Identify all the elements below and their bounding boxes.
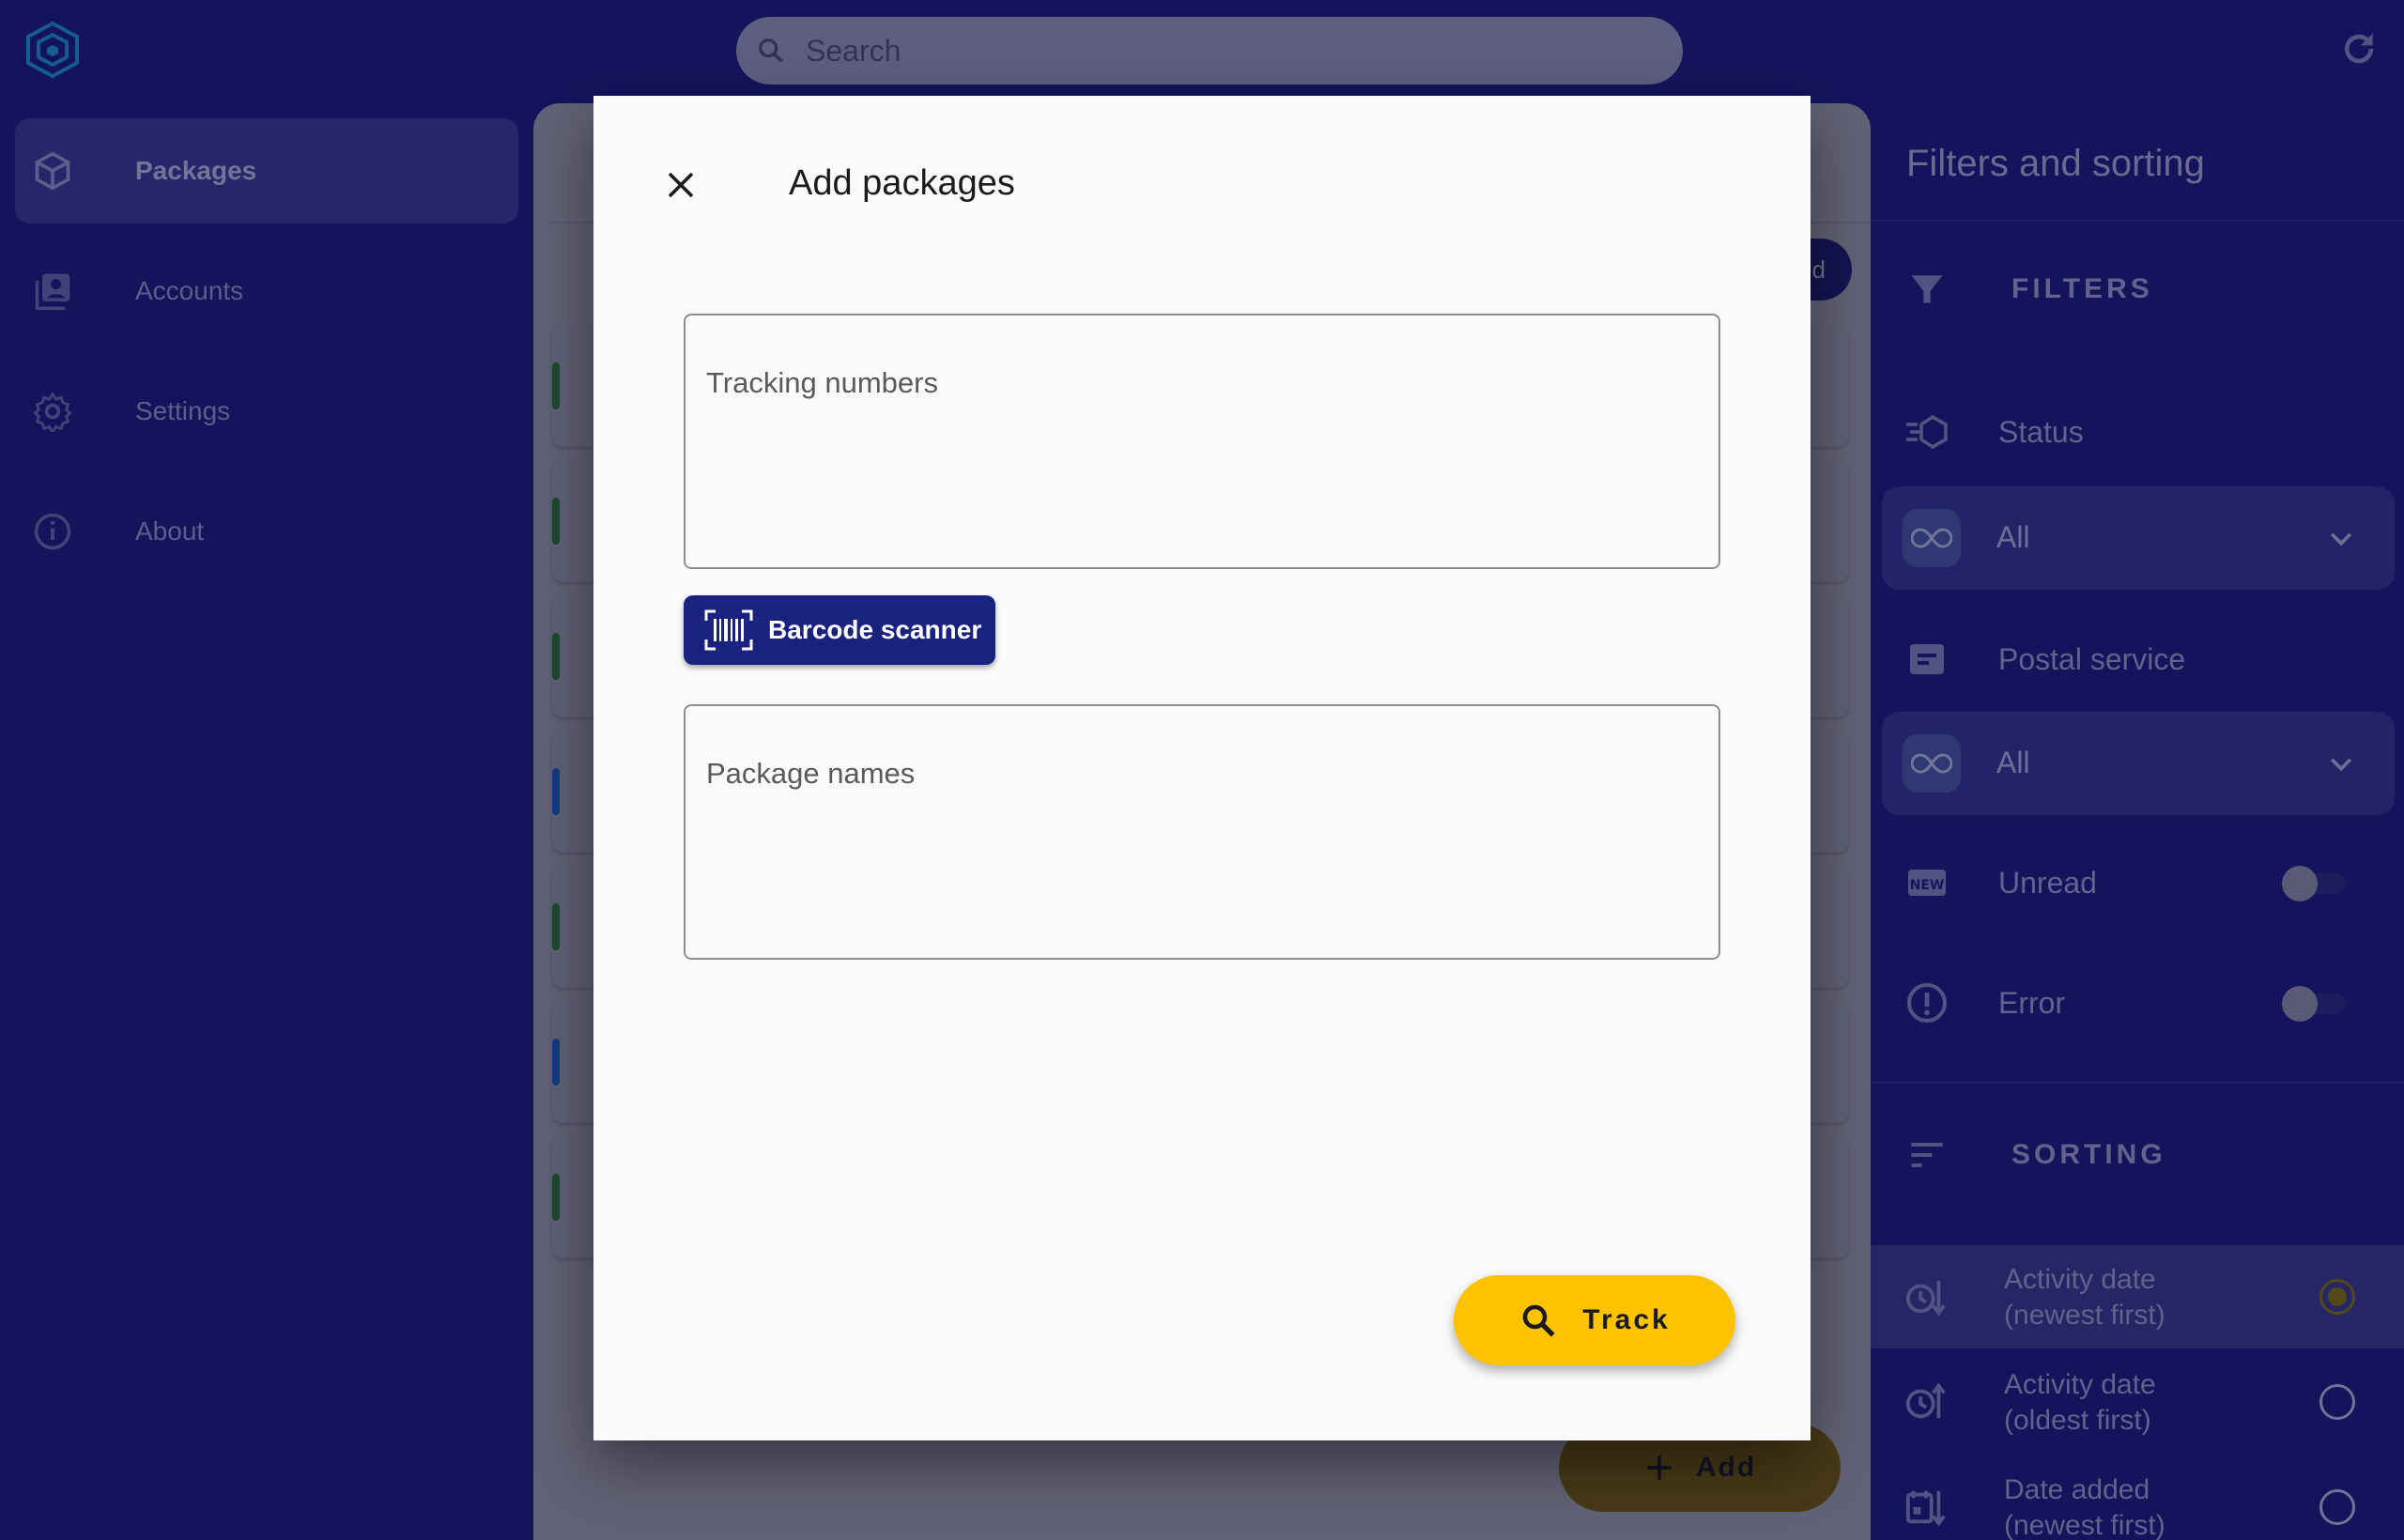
search-icon [1523,1304,1555,1337]
barcode-scanner-button[interactable]: Barcode scanner [684,595,995,665]
close-button[interactable] [650,154,712,216]
barcode-scanner-label: Barcode scanner [768,615,982,644]
package-names-field[interactable]: Package names [684,704,1720,960]
package-names-placeholder: Package names [706,757,916,790]
dialog-title: Add packages [789,163,1015,203]
tracking-numbers-field[interactable]: Tracking numbers [684,314,1720,569]
track-button[interactable]: Track [1454,1275,1735,1365]
track-label: Track [1582,1304,1671,1335]
tracking-numbers-placeholder: Tracking numbers [706,366,938,399]
close-icon [668,172,694,198]
add-packages-dialog: Add packages Tracking numbers Barcode sc… [593,96,1811,1440]
barcode-icon [704,609,753,651]
